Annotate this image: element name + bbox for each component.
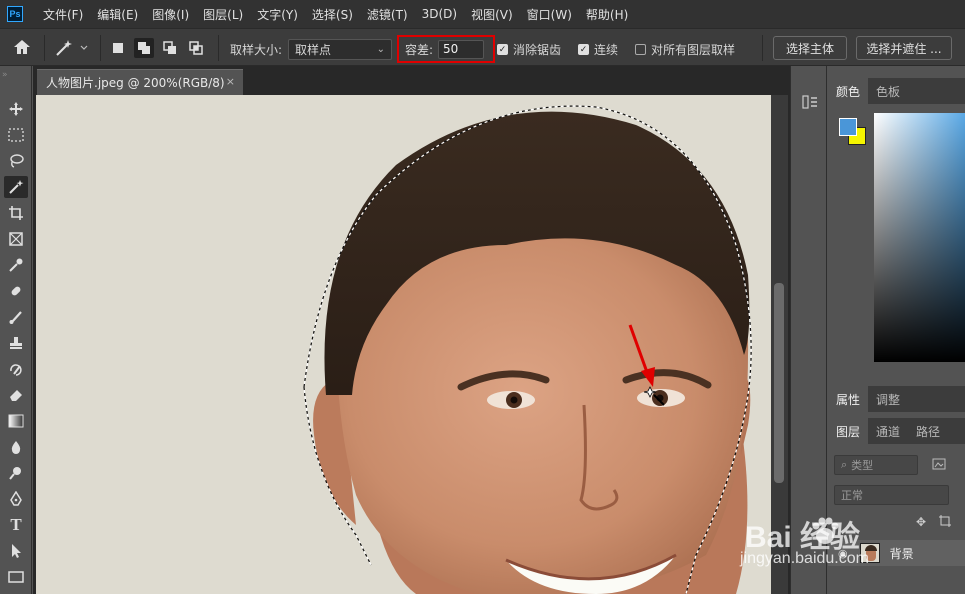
photoshop-logo: Ps xyxy=(7,6,23,22)
options-bar: 取样大小: 取样点 ⌄ 容差: 50 ✓ 消除锯齿 ✓ 连续 对所有图层取样 选… xyxy=(0,28,965,66)
marquee-tool-icon[interactable] xyxy=(4,124,28,146)
layer-filter-value: 类型 xyxy=(851,459,874,472)
sample-size-select[interactable]: 取样点 ⌄ xyxy=(288,39,393,60)
menu-edit[interactable]: 编辑(E) xyxy=(97,6,138,23)
brush-tool-icon[interactable] xyxy=(4,306,28,328)
layer-thumbnail xyxy=(859,543,880,563)
menu-view[interactable]: 视图(V) xyxy=(471,6,513,23)
layer-name: 背景 xyxy=(889,546,914,561)
eraser-tool-icon[interactable] xyxy=(4,384,28,406)
gradient-tool-icon[interactable] xyxy=(4,410,28,432)
vertical-scrollbar-thumb[interactable] xyxy=(774,283,784,483)
magic-wand-tool-preset[interactable] xyxy=(54,38,88,58)
menu-window[interactable]: 窗口(W) xyxy=(527,6,572,23)
document-tab-title: 人物图片.jpeg @ 200%(RGB/8) xyxy=(46,76,225,90)
menu-select[interactable]: 选择(S) xyxy=(312,6,353,23)
healing-brush-tool-icon[interactable] xyxy=(4,280,28,302)
tolerance-label: 容差: xyxy=(405,42,434,57)
image-filter-icon[interactable] xyxy=(932,457,946,474)
select-and-mask-label: 选择并遮住 ... xyxy=(866,41,942,56)
sample-all-layers-checkbox[interactable]: 对所有图层取样 xyxy=(635,41,735,58)
color-panel-tabs: 颜色 色板 xyxy=(828,78,965,104)
magic-wand-tool-icon[interactable] xyxy=(4,176,28,198)
menu-help[interactable]: 帮助(H) xyxy=(586,6,628,23)
path-selection-tool-icon[interactable] xyxy=(4,540,28,562)
intersect-selection-icon[interactable] xyxy=(186,38,206,58)
select-subject-button[interactable]: 选择主体 xyxy=(773,36,847,60)
collapse-toolbar-icon[interactable]: » xyxy=(2,70,8,80)
history-panel-icon[interactable] xyxy=(802,94,818,113)
sample-all-layers-check-icon xyxy=(635,44,646,55)
menu-layer[interactable]: 图层(L) xyxy=(203,6,243,23)
sample-all-layers-label: 对所有图层取样 xyxy=(651,43,736,57)
layers-panel-tabs: 图层 通道 路径 xyxy=(828,418,965,444)
clone-stamp-tool-icon[interactable] xyxy=(4,332,28,354)
tab-adjustments[interactable]: 调整 xyxy=(868,386,908,412)
new-selection-icon[interactable] xyxy=(108,38,128,58)
sample-size-label: 取样大小: xyxy=(230,43,283,57)
properties-panel-tabs: 属性 调整 xyxy=(828,386,965,412)
close-icon[interactable]: × xyxy=(226,75,235,88)
color-picker-field[interactable] xyxy=(874,113,965,362)
home-icon[interactable] xyxy=(12,38,32,56)
tab-channels[interactable]: 通道 xyxy=(868,418,908,444)
lock-position-icon[interactable]: ✥ xyxy=(916,515,926,529)
menu-bar: Ps 文件(F) 编辑(E) 图像(I) 图层(L) 文字(Y) 选择(S) 滤… xyxy=(0,0,965,28)
anti-alias-checkbox[interactable]: ✓ 消除锯齿 xyxy=(497,41,561,58)
layer-row-background[interactable]: ◉ 背景 xyxy=(828,540,965,566)
select-and-mask-button[interactable]: 选择并遮住 ... xyxy=(856,36,952,60)
foreground-color-swatch[interactable] xyxy=(839,118,857,136)
history-brush-tool-icon[interactable] xyxy=(4,358,28,380)
portrait-photo xyxy=(36,95,771,594)
blur-tool-icon[interactable] xyxy=(4,436,28,458)
tolerance-input[interactable]: 50 xyxy=(438,39,485,59)
lock-artboard-icon[interactable] xyxy=(938,514,952,531)
contiguous-label: 连续 xyxy=(594,43,619,57)
search-icon: ⌕ xyxy=(841,458,848,471)
anti-alias-check-icon: ✓ xyxy=(497,44,508,55)
frame-tool-icon[interactable] xyxy=(4,228,28,250)
menu-file[interactable]: 文件(F) xyxy=(43,6,83,23)
type-tool-icon[interactable]: T xyxy=(4,514,28,536)
menu-type[interactable]: 文字(Y) xyxy=(257,6,298,23)
tolerance-highlight: 容差: 50 xyxy=(397,35,495,63)
menu-filter[interactable]: 滤镜(T) xyxy=(367,6,408,23)
contiguous-checkbox[interactable]: ✓ 连续 xyxy=(578,41,618,58)
tab-swatches[interactable]: 色板 xyxy=(868,78,908,104)
panel-icon-strip xyxy=(790,66,827,594)
lasso-tool-icon[interactable] xyxy=(4,150,28,172)
pen-tool-icon[interactable] xyxy=(4,488,28,510)
layer-filter-select[interactable]: ⌕ 类型 xyxy=(834,455,918,475)
chevron-down-icon: ⌄ xyxy=(376,44,386,55)
subtract-from-selection-icon[interactable] xyxy=(160,38,180,58)
tab-properties[interactable]: 属性 xyxy=(828,386,869,412)
tools-panel: » T xyxy=(0,66,32,594)
contiguous-check-icon: ✓ xyxy=(578,44,589,55)
tab-layers[interactable]: 图层 xyxy=(828,418,869,444)
image-canvas[interactable] xyxy=(36,95,771,594)
crop-tool-icon[interactable] xyxy=(4,202,28,224)
tab-color[interactable]: 颜色 xyxy=(828,78,869,104)
menu-3d[interactable]: 3D(D) xyxy=(422,7,457,21)
blend-mode-value: 正常 xyxy=(841,489,863,502)
dodge-tool-icon[interactable] xyxy=(4,462,28,484)
select-subject-label: 选择主体 xyxy=(785,41,834,56)
anti-alias-label: 消除锯齿 xyxy=(513,43,562,57)
blend-mode-select[interactable]: 正常 xyxy=(834,485,949,505)
move-tool-icon[interactable] xyxy=(4,98,28,120)
visibility-eye-icon[interactable]: ◉ xyxy=(838,547,848,560)
add-to-selection-icon[interactable] xyxy=(134,38,154,58)
tab-paths[interactable]: 路径 xyxy=(908,418,948,444)
menu-image[interactable]: 图像(I) xyxy=(152,6,189,23)
tolerance-value: 50 xyxy=(443,42,459,56)
rectangle-tool-icon[interactable] xyxy=(4,566,28,588)
document-tab[interactable]: 人物图片.jpeg @ 200%(RGB/8) × xyxy=(37,69,243,95)
eyedropper-tool-icon[interactable] xyxy=(4,254,28,276)
sample-size-value: 取样点 xyxy=(295,43,332,57)
